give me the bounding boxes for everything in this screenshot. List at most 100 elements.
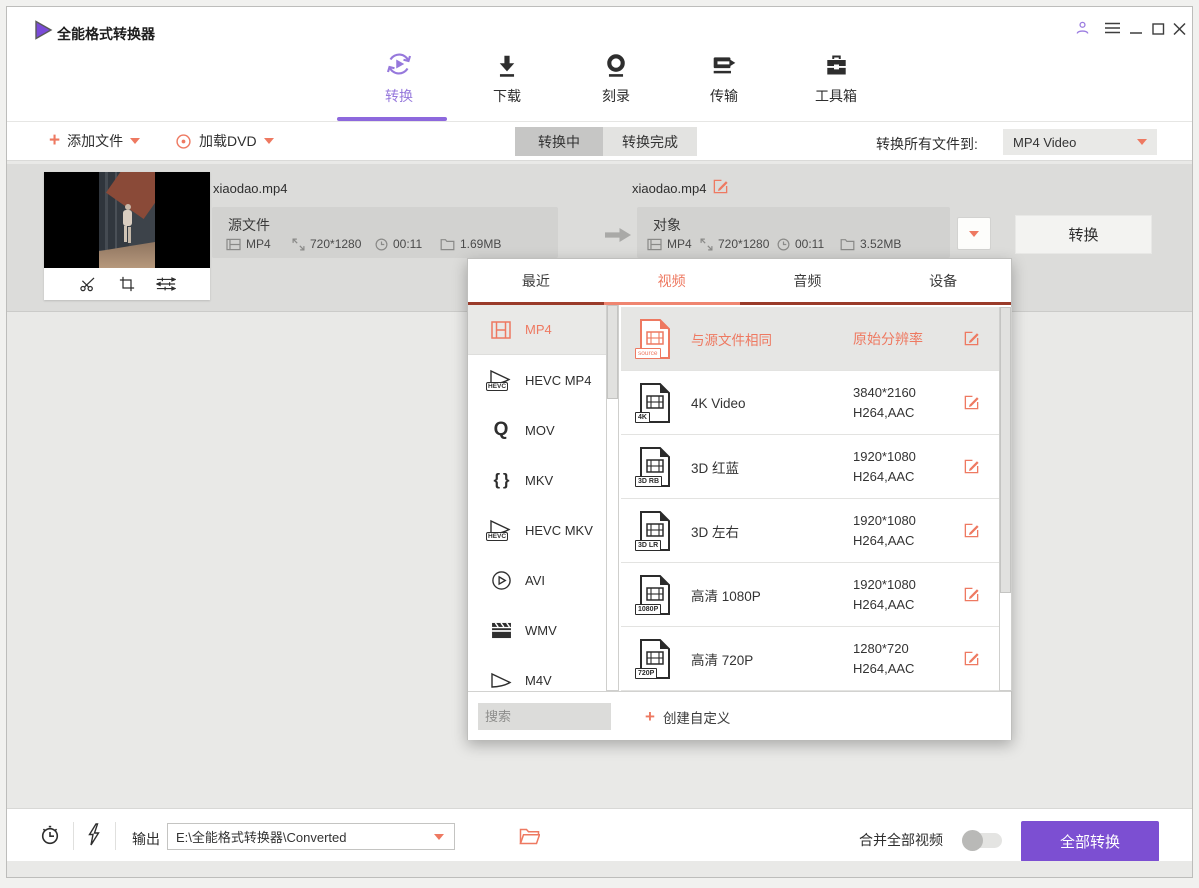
clapperboard-icon [486, 622, 516, 639]
schedule-alarm-icon[interactable] [39, 824, 61, 846]
preset-name: 高清 720P [691, 627, 753, 691]
output-format-select[interactable]: MP4 Video [1003, 129, 1157, 155]
source-format: MP4 [246, 237, 271, 251]
high-speed-bolt-icon[interactable] [87, 823, 101, 846]
output-format-value: MP4 Video [1013, 135, 1076, 150]
preset-hd-1080p[interactable]: 1080P 高清 1080P 1920*1080H264,AAC [621, 563, 1000, 627]
open-folder-icon[interactable] [519, 828, 540, 845]
popup-tab-recent[interactable]: 最近 [468, 259, 604, 305]
preset-resolution: 原始分辨率 [853, 307, 923, 371]
merge-all-toggle[interactable] [962, 833, 1002, 848]
trim-scissors-icon[interactable] [79, 276, 98, 292]
output-label: 输出 [132, 829, 160, 849]
maximize-icon[interactable] [1149, 20, 1167, 36]
video-file-icon: 3D RB [637, 446, 673, 488]
account-icon[interactable] [1073, 20, 1091, 36]
window-bottom-strip [7, 861, 1192, 878]
clock-icon [777, 238, 790, 251]
toolbar: + 添加文件 加载DVD 转换中 转换完成 转换所有文件到: MP4 Video [7, 122, 1192, 161]
app-window: 全能格式转换器 转换 [0, 0, 1199, 888]
preset-list: source 与源文件相同 原始分辨率 4K 4K Video 3840*216… [621, 307, 1000, 691]
popup-tab-video[interactable]: 视频 [604, 259, 740, 305]
chevron-down-icon [1137, 139, 1147, 145]
dvd-icon [175, 133, 192, 150]
format-item-avi[interactable]: AVI [468, 555, 606, 605]
convert-all-button[interactable]: 全部转换 [1021, 821, 1159, 862]
bottom-bar: 输出 E:\全能格式转换器\Converted 合并全部视频 全部转换 [7, 808, 1192, 861]
edit-preset-icon[interactable] [963, 586, 980, 603]
tab-convert[interactable]: 转换 [384, 49, 414, 106]
preset-4k-video[interactable]: 4K 4K Video 3840*2160H264,AAC [621, 371, 1000, 435]
title-bar: 全能格式转换器 [7, 7, 1192, 45]
format-list: MP4 HEVC HEVC MP4 Q MOV { } MKV HEVC HEV… [468, 305, 606, 691]
tab-finished[interactable]: 转换完成 [603, 127, 697, 156]
convert-icon [384, 49, 414, 79]
source-resolution: 720*1280 [310, 237, 361, 251]
output-path-select[interactable]: E:\全能格式转换器\Converted [167, 823, 455, 850]
format-item-m4v[interactable]: M4V [468, 655, 606, 691]
add-files-label: 添加文件 [67, 131, 123, 151]
load-dvd-label: 加载DVD [199, 131, 257, 151]
film-icon [647, 238, 662, 251]
main-nav: 转换 下载 刻录 传输 工具箱 [7, 45, 1192, 122]
create-custom-label: 创建自定义 [663, 707, 731, 727]
close-icon[interactable] [1170, 20, 1188, 36]
format-item-mov[interactable]: Q MOV [468, 405, 606, 455]
edit-preset-icon[interactable] [963, 330, 980, 347]
add-files-button[interactable]: + 添加文件 [49, 131, 140, 151]
format-item-hevc-mp4[interactable]: HEVC HEVC MP4 [468, 355, 606, 405]
tab-toolbox[interactable]: 工具箱 [815, 49, 857, 106]
folder-icon [440, 238, 455, 251]
source-info-panel: 源文件 MP4 720*1280 00:11 1.69MB [212, 207, 558, 258]
popup-tab-device[interactable]: 设备 [875, 259, 1011, 305]
target-resolution: 720*1280 [718, 237, 769, 251]
active-tab-underline [337, 117, 447, 121]
format-item-hevc-mkv[interactable]: HEVC HEVC MKV [468, 505, 606, 555]
rename-edit-icon[interactable] [712, 178, 729, 195]
resolution-icon [292, 238, 305, 251]
format-item-wmv[interactable]: WMV [468, 605, 606, 655]
tab-convert-label: 转换 [384, 86, 414, 106]
play-outline-icon [486, 672, 516, 689]
tab-transfer[interactable]: 传输 [710, 49, 738, 106]
circle-play-icon [486, 570, 516, 591]
resolution-icon [700, 238, 713, 251]
video-file-icon: 3D LR [637, 510, 673, 552]
edit-preset-icon[interactable] [963, 650, 980, 667]
preset-3d-red-blue[interactable]: 3D RB 3D 红蓝 1920*1080H264,AAC [621, 435, 1000, 499]
convert-row-button[interactable]: 转换 [1015, 215, 1152, 254]
format-item-mkv[interactable]: { } MKV [468, 455, 606, 505]
edit-preset-icon[interactable] [963, 522, 980, 539]
minimize-icon[interactable] [1127, 20, 1145, 36]
preset-hd-720p[interactable]: 720P 高清 720P 1280*720H264,AAC [621, 627, 1000, 691]
preset-same-as-source[interactable]: source 与源文件相同 原始分辨率 [621, 307, 1000, 371]
popup-tabs: 最近 视频 音频 设备 [468, 259, 1011, 305]
target-filename: xiaodao.mp4 [632, 181, 706, 196]
crop-icon[interactable] [119, 276, 135, 292]
divider [115, 822, 116, 850]
preset-3d-left-right[interactable]: 3D LR 3D 左右 1920*1080H264,AAC [621, 499, 1000, 563]
effects-sliders-icon[interactable] [156, 276, 176, 292]
tab-converting[interactable]: 转换中 [515, 127, 603, 156]
format-item-mp4[interactable]: MP4 [468, 305, 606, 355]
source-panel-title: 源文件 [228, 215, 270, 235]
tab-burn[interactable]: 刻录 [602, 49, 630, 106]
edit-preset-icon[interactable] [963, 394, 980, 411]
source-filename: xiaodao.mp4 [213, 181, 287, 196]
preset-specs: 1920*1080H264,AAC [853, 447, 916, 487]
video-thumbnail-card [44, 172, 210, 300]
tab-download[interactable]: 下载 [493, 49, 521, 106]
format-list-scrollbar[interactable] [606, 305, 619, 691]
preset-list-scrollbar[interactable] [999, 307, 1012, 691]
popup-tab-audio[interactable]: 音频 [740, 259, 876, 305]
search-input[interactable] [478, 703, 611, 730]
load-dvd-button[interactable]: 加载DVD [175, 131, 274, 151]
menu-icon[interactable] [1103, 20, 1121, 36]
create-custom-button[interactable]: + 创建自定义 [645, 692, 730, 741]
target-info-panel: 对象 MP4 720*1280 00:11 3.52MB [637, 207, 950, 258]
filmstrip-icon [486, 320, 516, 340]
arrow-right-icon [605, 227, 631, 243]
target-format-dropdown-button[interactable] [957, 217, 991, 250]
video-file-icon: 720P [637, 638, 673, 680]
edit-preset-icon[interactable] [963, 458, 980, 475]
